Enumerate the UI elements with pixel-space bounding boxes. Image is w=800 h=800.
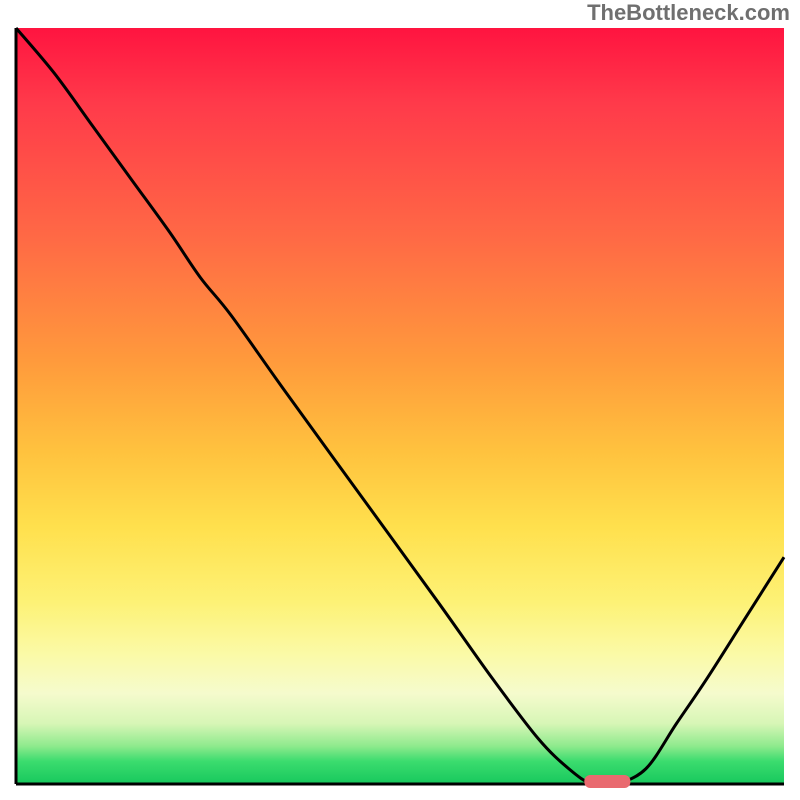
watermark-text: TheBottleneck.com <box>587 0 790 26</box>
bottleneck-chart <box>14 28 786 786</box>
optimal-marker-bar <box>584 775 630 788</box>
optimal-marker <box>14 28 786 786</box>
